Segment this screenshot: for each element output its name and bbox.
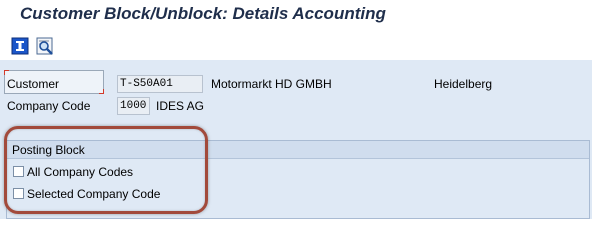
all-company-codes-checkbox[interactable] <box>13 166 24 177</box>
info-button[interactable] <box>11 37 29 55</box>
selected-company-code-option[interactable]: Selected Company Code <box>13 186 193 202</box>
company-code-field[interactable]: 1000 <box>117 97 150 115</box>
where-used-list-icon <box>36 37 54 59</box>
info-icon <box>11 37 29 59</box>
selected-company-code-label: Selected Company Code <box>27 187 161 201</box>
selected-company-code-checkbox[interactable] <box>13 188 24 199</box>
customer-name: Motormarkt HD GMBH <box>211 77 332 91</box>
application-toolbar <box>0 32 592 60</box>
company-name: IDES AG <box>156 99 205 113</box>
title-bar: Customer Block/Unblock: Details Accounti… <box>0 0 592 32</box>
customer-city: Heidelberg <box>434 77 493 91</box>
details-area: Customer T-S50A01 Motormarkt HD GMBH Hei… <box>0 60 592 219</box>
all-company-codes-label: All Company Codes <box>27 165 134 179</box>
posting-block-title: Posting Block <box>12 143 85 157</box>
company-code-label: Company Code <box>7 99 91 113</box>
all-company-codes-option[interactable]: All Company Codes <box>13 164 173 180</box>
posting-block-group: Posting Block All Company Codes Selected… <box>6 140 590 219</box>
posting-block-header: Posting Block <box>7 141 589 159</box>
customer-label: Customer <box>7 77 60 91</box>
page-title: Customer Block/Unblock: Details Accounti… <box>20 4 386 23</box>
customer-number-field[interactable]: T-S50A01 <box>117 75 203 93</box>
where-used-list-button[interactable] <box>36 37 54 55</box>
